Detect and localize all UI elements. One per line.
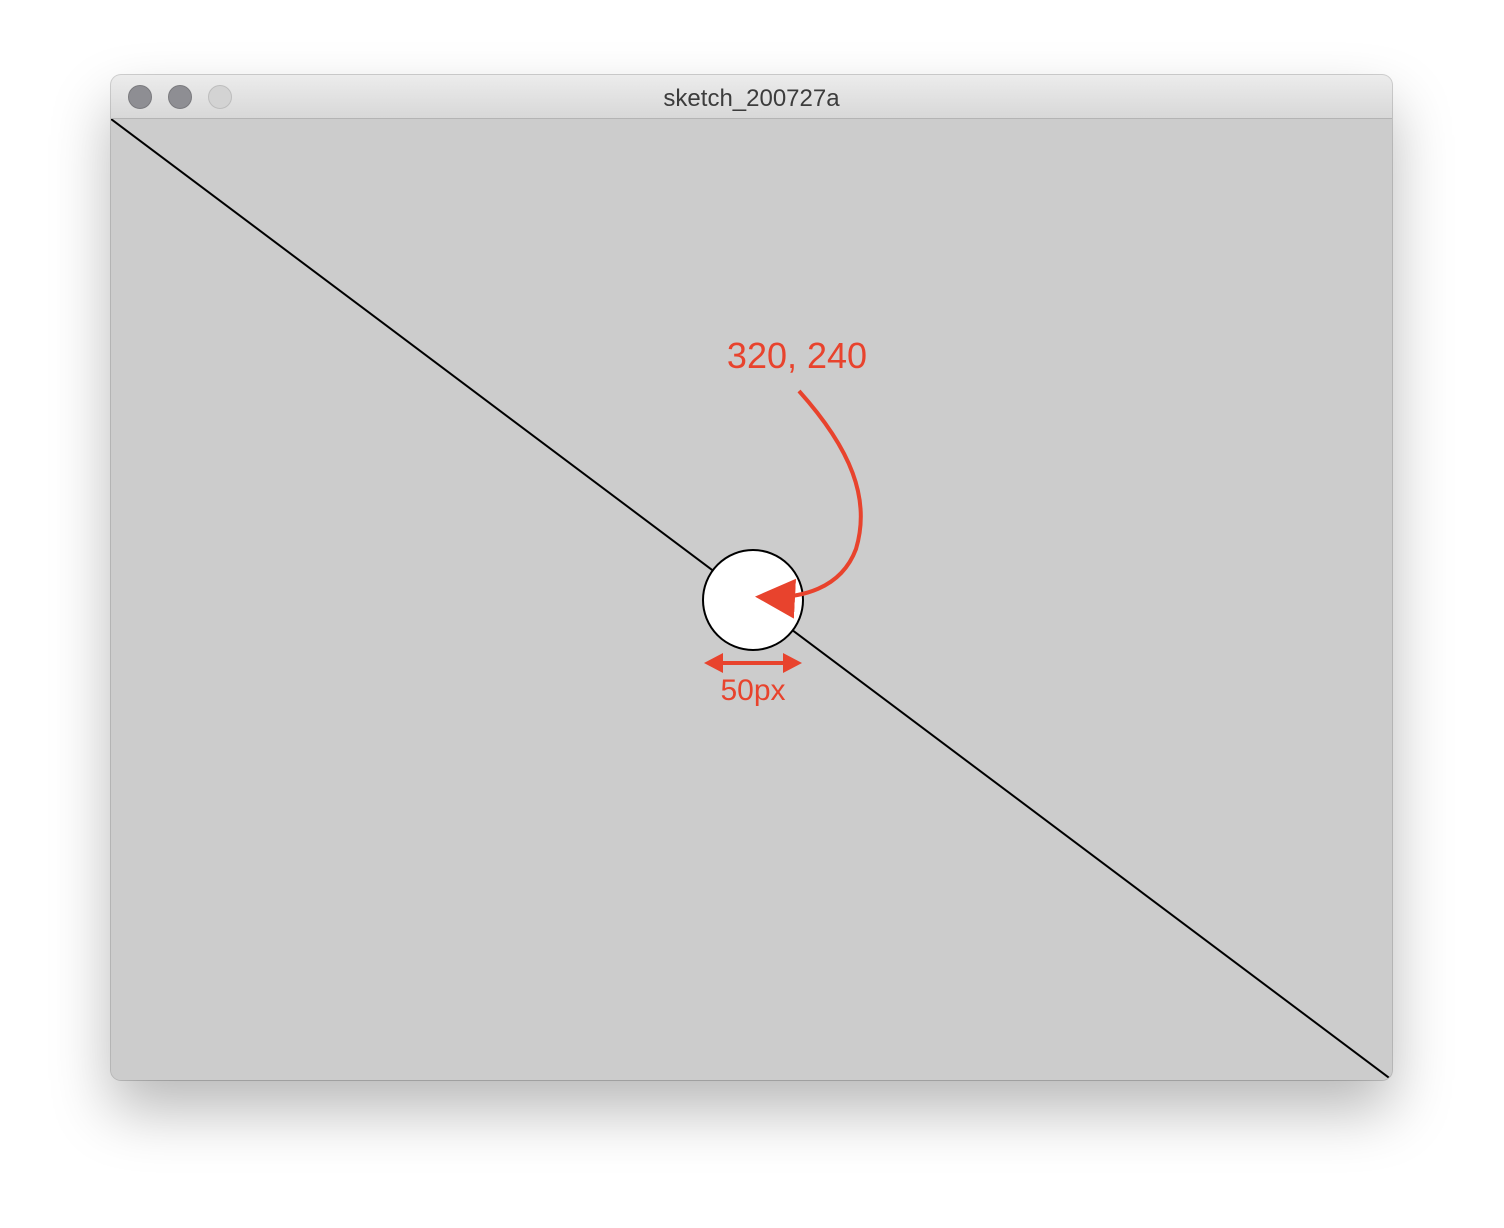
window-title: sketch_200727a [663, 85, 840, 112]
app-window: sketch_200727a 320, 240 50px [111, 75, 1392, 1080]
diameter-arrowhead-left [704, 653, 723, 673]
sketch-drawing: 320, 240 50px [111, 119, 1392, 1080]
title-bar[interactable]: sketch_200727a [111, 75, 1392, 119]
diameter-label: 50px [720, 674, 785, 707]
center-circle [702, 549, 804, 651]
sketch-canvas[interactable]: 320, 240 50px [111, 119, 1392, 1080]
diameter-arrowhead-right [783, 653, 802, 673]
center-coordinate-label: 320, 240 [727, 335, 867, 376]
